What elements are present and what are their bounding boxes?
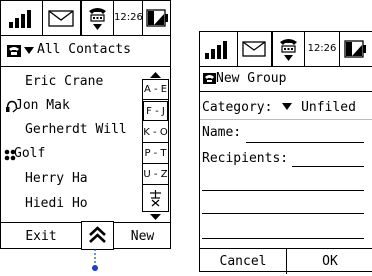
new-group-form: Category: Unfiled Name: Recipients: <box>200 92 372 247</box>
navigation-key-button[interactable] <box>81 221 114 250</box>
contacts-list-screen: 12:26 All Contacts Eric Crane Jon Mak Ge… <box>0 0 171 250</box>
filter-dropdown-icon[interactable] <box>24 47 34 55</box>
alphabet-index: A - E F - J K - O P - T U - Z <box>142 71 169 222</box>
list-item[interactable]: Gerherdt Will <box>1 120 141 142</box>
list-item[interactable]: Golf <box>1 144 141 166</box>
recipients-field[interactable] <box>200 150 368 245</box>
people-symbol-icon <box>150 190 161 207</box>
category-value[interactable]: Unfiled <box>301 100 356 115</box>
contacts-list: Eric Crane Jon Mak Gerherdt Will Golf He… <box>1 67 141 221</box>
phone-menu-icon[interactable] <box>272 31 305 67</box>
ok-button[interactable]: OK <box>287 254 372 269</box>
double-chevron-up-icon <box>89 226 106 243</box>
divider <box>200 119 372 120</box>
contacts-filter-title[interactable]: All Contacts <box>37 42 131 57</box>
recipients-line <box>202 213 364 214</box>
contact-name: Golf <box>14 146 46 161</box>
phone-menu-icon[interactable] <box>81 0 114 36</box>
phonebook-icon <box>7 45 21 57</box>
recipients-field-underline <box>292 166 364 167</box>
alpha-index-f-j[interactable]: F - J <box>143 101 168 121</box>
phonebook-icon <box>203 73 216 84</box>
battery-icon <box>340 32 372 66</box>
clock: 12:26 <box>114 1 143 35</box>
softkey-bar: Exit New <box>1 221 171 250</box>
signal-strength-icon <box>1 1 43 35</box>
name-field[interactable] <box>246 126 364 143</box>
new-group-header: New Group <box>200 67 372 92</box>
contact-name: Jon Mak <box>15 98 70 113</box>
list-item[interactable]: Jon Mak <box>1 96 141 118</box>
category-dropdown-icon[interactable] <box>282 103 293 111</box>
alpha-index-k-o[interactable]: K - O <box>143 123 168 143</box>
page-title: New Group <box>216 71 287 86</box>
list-item[interactable]: Hiedi Ho <box>1 194 141 216</box>
contact-name: Eric Crane <box>25 74 104 89</box>
alpha-index-u-z[interactable]: U - Z <box>143 165 168 185</box>
exit-button[interactable]: Exit <box>1 229 81 244</box>
contact-name: Herry Ha <box>25 171 88 186</box>
alpha-index-a-e[interactable]: A - E <box>143 80 168 100</box>
alphabet-index-buttons: A - E F - J K - O P - T U - Z <box>142 79 169 212</box>
cancel-button[interactable]: Cancel <box>200 254 286 269</box>
status-bar: 12:26 <box>200 31 372 67</box>
name-label: Name: <box>202 125 242 140</box>
new-button[interactable]: New <box>114 229 171 244</box>
battery-icon <box>143 1 171 35</box>
status-bar: 12:26 <box>1 0 171 36</box>
scroll-up-arrow-icon[interactable] <box>142 71 169 79</box>
message-envelope-icon[interactable] <box>238 32 272 66</box>
list-item[interactable]: Eric Crane <box>1 72 141 94</box>
contact-name: Gerherdt Will <box>25 122 127 137</box>
softkey-bar: Cancel OK <box>200 248 372 274</box>
clock: 12:26 <box>305 32 340 66</box>
category-row[interactable]: Category: Unfiled <box>202 100 372 118</box>
alpha-index-p-t[interactable]: P - T <box>143 144 168 164</box>
contact-name: Hiedi Ho <box>25 196 88 211</box>
message-envelope-icon[interactable] <box>43 1 81 35</box>
focus-pointer <box>90 249 100 272</box>
symbols-index-button[interactable] <box>143 186 168 211</box>
list-item[interactable]: Herry Ha <box>1 169 141 191</box>
category-label: Category: <box>202 100 273 115</box>
scroll-down-arrow-icon[interactable] <box>142 213 169 221</box>
name-field-underline <box>246 142 364 143</box>
new-group-screen: 12:26 New Group Category: Unfiled Name: … <box>199 31 372 274</box>
contacts-header: All Contacts <box>1 36 171 67</box>
signal-strength-icon <box>200 32 238 66</box>
recipients-line <box>202 238 364 239</box>
recipients-line <box>202 190 364 191</box>
